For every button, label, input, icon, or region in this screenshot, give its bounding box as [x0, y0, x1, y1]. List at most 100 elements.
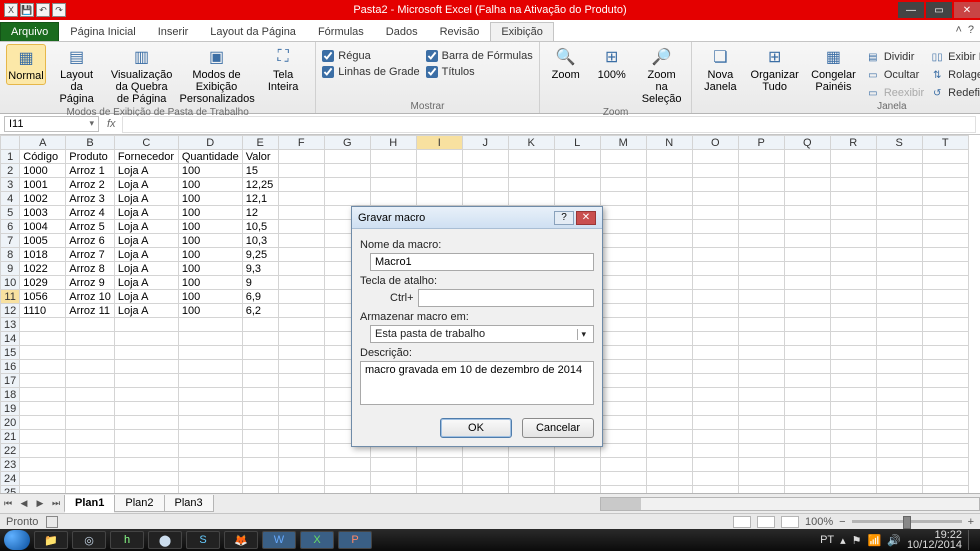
cell-F4[interactable] [278, 192, 324, 206]
cell-M22[interactable] [600, 444, 646, 458]
ok-button[interactable]: OK [440, 418, 512, 438]
row-header-21[interactable]: 21 [1, 430, 20, 444]
tray-clock[interactable]: 19:22 10/12/2014 [907, 530, 962, 550]
cell-Q15[interactable] [784, 346, 830, 360]
cell-P18[interactable] [738, 388, 784, 402]
cell-T1[interactable] [922, 150, 968, 164]
cell-E10[interactable]: 9 [242, 276, 278, 290]
cell-T5[interactable] [922, 206, 968, 220]
fx-label[interactable]: fx [101, 118, 122, 130]
col-header-L[interactable]: L [554, 136, 600, 150]
horizontal-scrollbar[interactable] [600, 497, 980, 511]
cell-T14[interactable] [922, 332, 968, 346]
cell-F20[interactable] [278, 416, 324, 430]
cell-O16[interactable] [692, 360, 738, 374]
cell-B19[interactable] [66, 402, 115, 416]
cell-B21[interactable] [66, 430, 115, 444]
sheet-nav-first[interactable]: ⏮ [0, 498, 16, 509]
view-page-break-button[interactable]: ▥Visualização da Quebra de Página [107, 44, 176, 107]
cell-B6[interactable]: Arroz 5 [66, 220, 115, 234]
cell-C22[interactable] [114, 444, 178, 458]
cell-J2[interactable] [462, 164, 508, 178]
cell-S8[interactable] [876, 248, 922, 262]
unhide-button[interactable]: ▭Reexibir [866, 86, 924, 100]
cell-B24[interactable] [66, 472, 115, 486]
col-header-R[interactable]: R [830, 136, 876, 150]
cell-E1[interactable]: Valor [242, 150, 278, 164]
qat-redo-icon[interactable]: ↷ [52, 3, 66, 17]
cell-R10[interactable] [830, 276, 876, 290]
cell-A2[interactable]: 1000 [20, 164, 66, 178]
cell-D6[interactable]: 100 [178, 220, 242, 234]
taskbar-skype-icon[interactable]: S [186, 531, 220, 549]
cell-S21[interactable] [876, 430, 922, 444]
cell-M17[interactable] [600, 374, 646, 388]
freeze-panes-button[interactable]: ▦Congelar Painéis [807, 44, 860, 95]
sheet-nav-next[interactable]: ▶ [32, 498, 48, 509]
cell-O12[interactable] [692, 304, 738, 318]
cell-N8[interactable] [646, 248, 692, 262]
cell-Q4[interactable] [784, 192, 830, 206]
tab-file[interactable]: Arquivo [0, 22, 59, 41]
store-select[interactable]: Esta pasta de trabalho ▾ [370, 325, 594, 343]
cell-E17[interactable] [242, 374, 278, 388]
cell-L23[interactable] [554, 458, 600, 472]
row-header-1[interactable]: 1 [1, 150, 20, 164]
cell-D10[interactable]: 100 [178, 276, 242, 290]
cell-D21[interactable] [178, 430, 242, 444]
cell-R22[interactable] [830, 444, 876, 458]
cell-C17[interactable] [114, 374, 178, 388]
row-header-2[interactable]: 2 [1, 164, 20, 178]
view-custom-button[interactable]: ▣Modos de Exibição Personalizados [182, 44, 251, 107]
cell-E21[interactable] [242, 430, 278, 444]
cell-N6[interactable] [646, 220, 692, 234]
cell-Q13[interactable] [784, 318, 830, 332]
cell-C13[interactable] [114, 318, 178, 332]
cell-E5[interactable]: 12 [242, 206, 278, 220]
cell-E3[interactable]: 12,25 [242, 178, 278, 192]
tray-flag-icon[interactable]: ⚑ [852, 534, 862, 547]
cell-S20[interactable] [876, 416, 922, 430]
checkbox-headings[interactable]: Títulos [426, 66, 533, 78]
cell-Q11[interactable] [784, 290, 830, 304]
cell-T4[interactable] [922, 192, 968, 206]
row-header-9[interactable]: 9 [1, 262, 20, 276]
cell-T2[interactable] [922, 164, 968, 178]
row-header-19[interactable]: 19 [1, 402, 20, 416]
tray-network-icon[interactable]: 📶 [868, 534, 882, 547]
cell-C9[interactable]: Loja A [114, 262, 178, 276]
cell-N13[interactable] [646, 318, 692, 332]
cell-O1[interactable] [692, 150, 738, 164]
cell-R1[interactable] [830, 150, 876, 164]
cell-T6[interactable] [922, 220, 968, 234]
cell-S10[interactable] [876, 276, 922, 290]
tab-página-inicial[interactable]: Página Inicial [59, 22, 146, 41]
col-header-F[interactable]: F [278, 136, 324, 150]
row-header-14[interactable]: 14 [1, 332, 20, 346]
row-header-7[interactable]: 7 [1, 234, 20, 248]
cell-F5[interactable] [278, 206, 324, 220]
cell-O3[interactable] [692, 178, 738, 192]
cell-B11[interactable]: Arroz 10 [66, 290, 115, 304]
cell-F7[interactable] [278, 234, 324, 248]
taskbar-firefox-icon[interactable]: 🦊 [224, 531, 258, 549]
cell-C5[interactable]: Loja A [114, 206, 178, 220]
cell-A4[interactable]: 1002 [20, 192, 66, 206]
cell-T9[interactable] [922, 262, 968, 276]
col-header-I[interactable]: I [416, 136, 462, 150]
cell-R17[interactable] [830, 374, 876, 388]
cell-P22[interactable] [738, 444, 784, 458]
cell-R18[interactable] [830, 388, 876, 402]
cell-C6[interactable]: Loja A [114, 220, 178, 234]
cell-F2[interactable] [278, 164, 324, 178]
cell-Q2[interactable] [784, 164, 830, 178]
col-header-G[interactable]: G [324, 136, 370, 150]
cell-T23[interactable] [922, 458, 968, 472]
cell-G3[interactable] [324, 178, 370, 192]
cell-F11[interactable] [278, 290, 324, 304]
checkbox-formulabar[interactable]: Barra de Fórmulas [426, 50, 533, 62]
cell-C2[interactable]: Loja A [114, 164, 178, 178]
minimize-button[interactable]: — [898, 2, 924, 18]
cell-O9[interactable] [692, 262, 738, 276]
cell-A17[interactable] [20, 374, 66, 388]
